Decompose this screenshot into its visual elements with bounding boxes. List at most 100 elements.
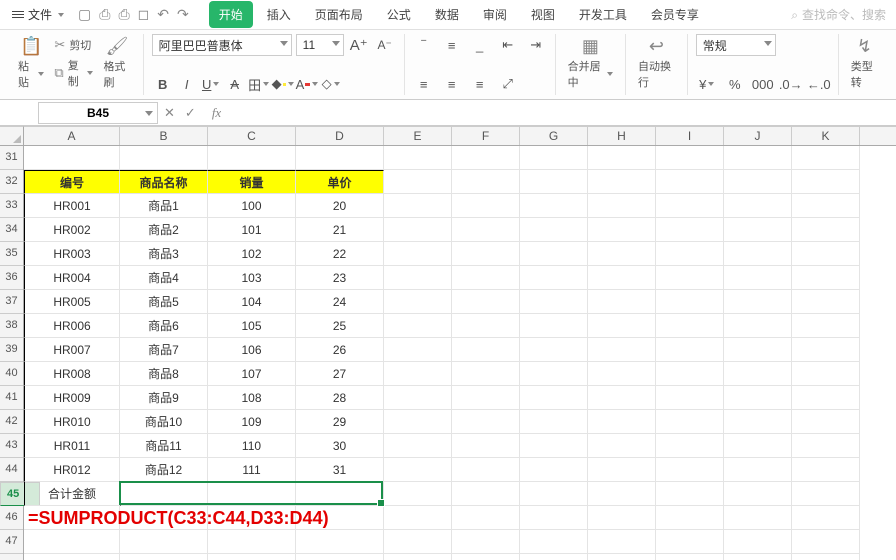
cell[interactable] [384,218,452,242]
cell[interactable] [384,434,452,458]
cell[interactable] [792,554,860,560]
cell[interactable] [384,530,452,554]
cell[interactable] [588,434,656,458]
cell[interactable] [452,290,520,314]
cell[interactable] [452,530,520,554]
cell[interactable] [656,146,724,170]
cell[interactable] [724,530,792,554]
cell[interactable]: 编号 [24,170,120,194]
cell[interactable] [520,314,588,338]
shrink-font-button[interactable]: A⁻ [374,34,396,56]
cell[interactable] [384,146,452,170]
tab-1[interactable]: 插入 [257,1,301,28]
cell[interactable] [724,170,792,194]
cell[interactable] [724,218,792,242]
cell[interactable] [656,482,724,506]
cell[interactable] [520,434,588,458]
cell[interactable] [520,362,588,386]
cell[interactable] [656,266,724,290]
cell[interactable] [656,218,724,242]
cell[interactable] [724,194,792,218]
confirm-formula-icon[interactable]: ✓ [185,105,196,121]
cell[interactable] [452,458,520,482]
cell[interactable] [384,362,452,386]
cell[interactable] [452,386,520,410]
cell[interactable] [656,338,724,362]
cell[interactable] [588,170,656,194]
cell[interactable]: 106 [208,338,296,362]
cell[interactable] [792,266,860,290]
cell[interactable] [452,434,520,458]
font-size-select[interactable]: 11 [296,34,344,56]
cell[interactable] [384,482,452,506]
font-name-select[interactable]: 阿里巴巴普惠体 [152,34,292,56]
cell[interactable]: 26 [296,338,384,362]
cell[interactable] [520,554,588,560]
undo-icon[interactable]: ↶ [157,6,169,23]
font-color-button[interactable]: A [296,73,318,95]
cell[interactable] [452,314,520,338]
cell[interactable] [384,290,452,314]
redo-icon[interactable]: ↷ [177,6,189,23]
cell[interactable] [384,194,452,218]
cell[interactable] [452,242,520,266]
save-icon[interactable]: ▢ [78,6,91,23]
cell[interactable] [120,482,208,506]
cell[interactable] [384,386,452,410]
cell[interactable] [208,482,296,506]
cell[interactable]: 21 [296,218,384,242]
cell[interactable] [724,410,792,434]
cell[interactable] [120,554,208,560]
cell[interactable] [384,266,452,290]
cell[interactable]: 合计金额 [24,482,120,506]
cell[interactable] [520,458,588,482]
cell[interactable] [452,554,520,560]
format-painter-button[interactable]: 🖌格式刷 [99,34,134,92]
search-input[interactable]: 查找命令、搜索 [791,6,890,23]
grid[interactable]: 编号商品名称销量单价HR001商品110020HR002商品210121HR00… [24,146,896,560]
print-icon[interactable]: ⎙ [118,6,129,23]
cell[interactable] [792,314,860,338]
cell[interactable]: HR002 [24,218,120,242]
col-header[interactable]: C [208,127,296,145]
col-header[interactable]: B [120,127,208,145]
align-right-button[interactable]: ≡ [469,73,491,95]
cell[interactable] [588,386,656,410]
cell[interactable]: 27 [296,362,384,386]
bold-button[interactable]: B [152,73,174,95]
dec-decimal-button[interactable]: ←.0 [808,73,830,95]
cell[interactable] [452,482,520,506]
cell[interactable] [792,386,860,410]
cell[interactable]: 商品5 [120,290,208,314]
inc-decimal-button[interactable]: .0→ [780,73,802,95]
cell[interactable]: 25 [296,314,384,338]
row-header[interactable]: 38 [0,314,23,338]
cell[interactable]: 111 [208,458,296,482]
paste-button[interactable]: 📋粘贴 [14,34,48,92]
row-header[interactable]: 41 [0,386,23,410]
cell[interactable] [792,170,860,194]
align-left-button[interactable]: ≡ [413,73,435,95]
cell[interactable]: 商品名称 [120,170,208,194]
cell[interactable]: 24 [296,290,384,314]
align-top-button[interactable]: ‾ [413,34,435,56]
underline-button[interactable]: U [200,73,222,95]
cell[interactable]: 商品11 [120,434,208,458]
col-header[interactable]: F [452,127,520,145]
col-header[interactable]: K [792,127,860,145]
tab-2[interactable]: 页面布局 [305,1,373,28]
cell[interactable] [792,242,860,266]
tab-8[interactable]: 会员专享 [641,1,709,28]
cell[interactable]: 商品6 [120,314,208,338]
cell[interactable] [792,218,860,242]
cell[interactable] [724,482,792,506]
percent-button[interactable]: % [724,73,746,95]
select-all-corner[interactable] [0,126,24,146]
indent-dec-button[interactable]: ⇤ [497,34,519,56]
tab-0[interactable]: 开始 [209,1,253,28]
cell[interactable] [384,314,452,338]
cell[interactable] [208,554,296,560]
row-header[interactable]: 34 [0,218,23,242]
cancel-formula-icon[interactable]: ✕ [164,105,175,121]
cell[interactable] [452,218,520,242]
